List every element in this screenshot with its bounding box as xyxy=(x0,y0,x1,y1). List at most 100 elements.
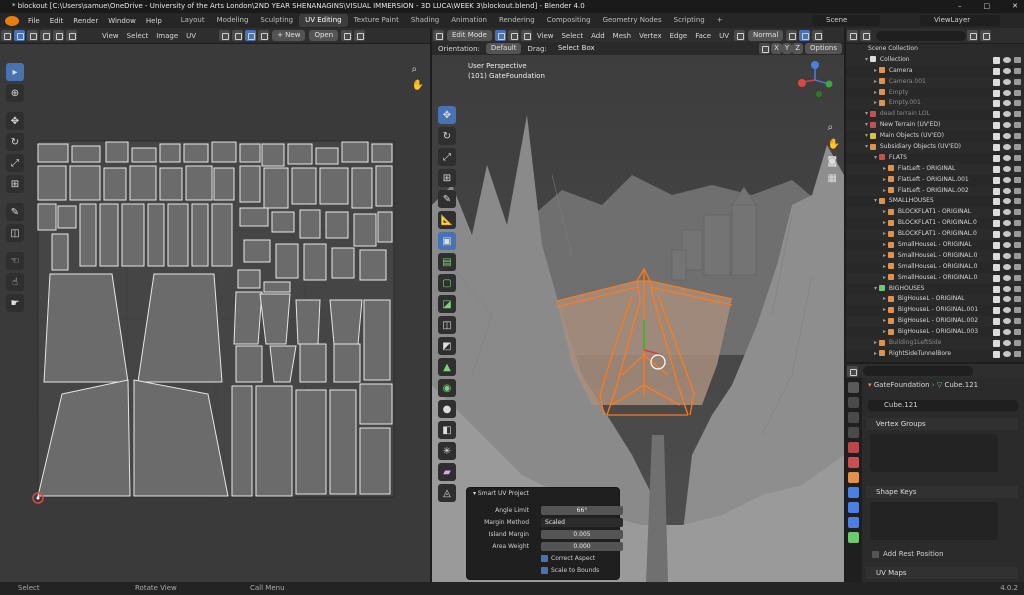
render-camera-icon[interactable] xyxy=(1014,296,1021,303)
outliner-row[interactable]: ▸ Empty.001 xyxy=(846,98,1024,110)
vp-menu-vertex[interactable]: Vertex xyxy=(635,32,666,40)
render-camera-icon[interactable] xyxy=(1014,242,1021,249)
vp-move-tool-icon[interactable]: ✥ xyxy=(438,106,456,124)
exclude-checkbox[interactable] xyxy=(993,198,1000,206)
render-camera-icon[interactable] xyxy=(1014,154,1021,161)
exclude-checkbox[interactable] xyxy=(993,165,1000,173)
tab-animation[interactable]: Animation xyxy=(445,14,493,27)
exclude-checkbox[interactable] xyxy=(993,252,1000,260)
shear-tool-icon[interactable]: ▰ xyxy=(438,463,456,481)
visibility-eye-icon[interactable] xyxy=(1003,187,1011,194)
visibility-eye-icon[interactable] xyxy=(1003,252,1011,259)
relax-tool-icon[interactable]: ☝ xyxy=(6,273,24,291)
visibility-eye-icon[interactable] xyxy=(1003,111,1011,118)
proportional-icon[interactable] xyxy=(812,30,824,41)
correct-aspect-row[interactable]: Correct Aspect xyxy=(541,554,681,564)
visibility-eye-icon[interactable] xyxy=(1003,56,1011,63)
render-camera-icon[interactable] xyxy=(1014,89,1021,96)
visibility-eye-icon[interactable] xyxy=(1003,242,1011,249)
poly-build-tool-icon[interactable]: ▲ xyxy=(438,358,456,376)
exclude-checkbox[interactable] xyxy=(993,133,1000,141)
add-rest-position-row[interactable]: Add Rest Position xyxy=(872,550,944,558)
vp-menu-mesh[interactable]: Mesh xyxy=(609,32,635,40)
exclude-checkbox[interactable] xyxy=(993,350,1000,358)
outliner-row[interactable]: ▸ RightSideTunnelBore xyxy=(846,349,1024,360)
render-camera-icon[interactable] xyxy=(1014,78,1021,85)
visibility-eye-icon[interactable] xyxy=(1003,122,1011,129)
outliner-row[interactable]: ▸ Building1LeftSide xyxy=(846,338,1024,349)
vp-add-cube-tool-icon[interactable]: ▣ xyxy=(438,232,456,250)
pinch-tool-icon[interactable]: ☛ xyxy=(6,294,24,312)
smooth-tool-icon[interactable]: ● xyxy=(438,400,456,418)
shape-keys-list[interactable] xyxy=(870,502,998,540)
mirror-options-icon[interactable] xyxy=(759,43,771,54)
render-camera-icon[interactable] xyxy=(1014,340,1021,347)
visibility-eye-icon[interactable] xyxy=(1003,67,1011,74)
sticky-select-icon[interactable] xyxy=(258,30,270,41)
visibility-eye-icon[interactable] xyxy=(1003,154,1011,161)
snapping-icon[interactable] xyxy=(799,30,811,41)
visibility-eye-icon[interactable] xyxy=(1003,78,1011,85)
scale-tool-icon[interactable]: ⤢ xyxy=(6,154,24,172)
vertex-mode-icon[interactable] xyxy=(494,30,506,41)
outliner-search-input[interactable] xyxy=(876,30,966,41)
vertex-groups-list[interactable] xyxy=(870,434,998,472)
margin-method-dropdown[interactable]: Scaled xyxy=(541,518,623,527)
modifier-tab-icon[interactable] xyxy=(848,487,859,498)
face-select-icon[interactable] xyxy=(53,30,64,41)
outliner-row[interactable]: ▸ BigHouseL - ORIGINAL.003 xyxy=(846,327,1024,338)
exclude-checkbox[interactable] xyxy=(993,111,1000,119)
render-camera-icon[interactable] xyxy=(1014,318,1021,325)
mode-selector[interactable]: Edit Mode xyxy=(447,30,492,41)
visibility-eye-icon[interactable] xyxy=(1003,144,1011,151)
filter-icon[interactable] xyxy=(967,30,978,41)
outliner-row[interactable]: ▸ BLOCKFLAT1 - ORIGINAL xyxy=(846,207,1024,219)
exclude-checkbox[interactable] xyxy=(993,220,1000,228)
properties-search-input[interactable] xyxy=(863,366,973,376)
select-box-tool-icon[interactable]: ▸ xyxy=(6,63,24,81)
add-rest-position-checkbox[interactable] xyxy=(872,550,879,558)
visibility-eye-icon[interactable] xyxy=(1003,89,1011,96)
render-camera-icon[interactable] xyxy=(1014,231,1021,238)
outliner-row[interactable]: ▸ Empty xyxy=(846,88,1024,99)
vp-transform-tool-icon[interactable]: ⊞ xyxy=(438,169,456,187)
viewport-editor-type-icon[interactable] xyxy=(433,30,444,41)
correct-aspect-checkbox[interactable] xyxy=(541,555,548,562)
exclude-checkbox[interactable] xyxy=(993,242,1000,250)
exclude-checkbox[interactable] xyxy=(993,122,1000,130)
render-camera-icon[interactable] xyxy=(1014,307,1021,314)
visibility-eye-icon[interactable] xyxy=(1003,263,1011,270)
render-camera-icon[interactable] xyxy=(1014,329,1021,336)
navigation-gizmo[interactable] xyxy=(795,60,835,100)
outliner[interactable]: Scene Collection ▾ Collection ▸ Camera ▸ C… xyxy=(846,44,1024,362)
island-select-icon[interactable] xyxy=(66,30,77,41)
tab-compositing[interactable]: Compositing xyxy=(541,14,597,27)
particles-tab-icon[interactable] xyxy=(848,502,859,513)
render-camera-icon[interactable] xyxy=(1014,133,1021,140)
edge-select-icon[interactable] xyxy=(40,30,51,41)
annotate-tool-icon[interactable]: ✎ xyxy=(6,203,24,221)
extrude-tool-icon[interactable]: ▤ xyxy=(438,253,456,271)
render-camera-icon[interactable] xyxy=(1014,209,1021,216)
transform-orientation-selector[interactable]: Normal xyxy=(748,30,784,41)
exclude-checkbox[interactable] xyxy=(993,296,1000,304)
menu-edit[interactable]: Edit xyxy=(45,17,69,25)
outliner-row[interactable]: ▸ BLOCKFLAT1 - ORIGINAL.0 xyxy=(846,229,1024,241)
outliner-row[interactable]: ▾ SMALLHOUSES xyxy=(846,196,1024,207)
visibility-eye-icon[interactable] xyxy=(1003,231,1011,238)
render-camera-icon[interactable] xyxy=(1014,220,1021,227)
new-collection-icon[interactable] xyxy=(980,30,991,41)
outliner-row[interactable]: ▸ Camera xyxy=(846,66,1024,77)
vp-menu-select[interactable]: Select xyxy=(557,32,587,40)
exclude-checkbox[interactable] xyxy=(993,187,1000,195)
exclude-checkbox[interactable] xyxy=(993,307,1000,315)
outliner-row[interactable]: ▸ BigHouseL - ORIGINAL xyxy=(846,294,1024,306)
shrink-tool-icon[interactable]: ✳ xyxy=(438,442,456,460)
menu-help[interactable]: Help xyxy=(141,17,167,25)
visibility-eye-icon[interactable] xyxy=(1003,209,1011,216)
exclude-checkbox[interactable] xyxy=(993,89,1000,97)
exclude-checkbox[interactable] xyxy=(993,274,1000,282)
exclude-checkbox[interactable] xyxy=(993,154,1000,162)
outliner-row[interactable]: ▸ SmallHouseL - ORIGINAL xyxy=(846,240,1024,251)
maximize-button[interactable]: □ xyxy=(984,0,991,13)
